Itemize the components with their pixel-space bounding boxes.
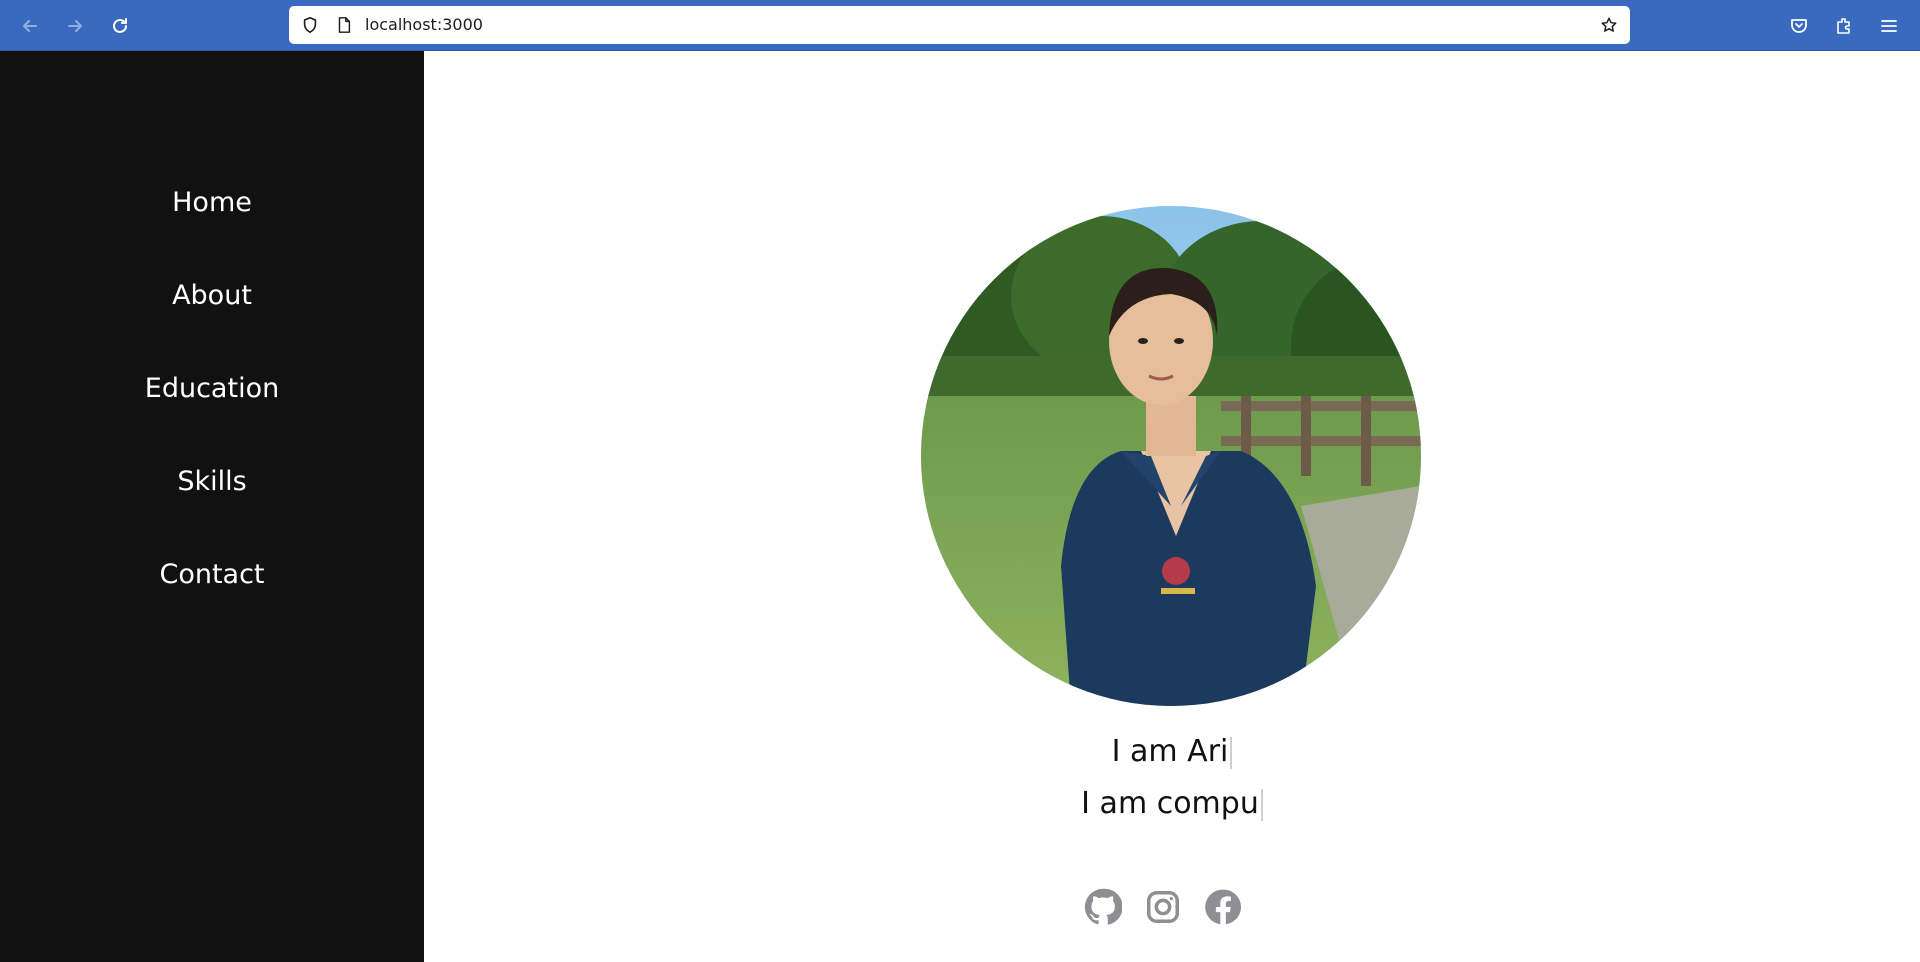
reload-button[interactable] (104, 10, 136, 42)
typing-cursor (1230, 736, 1233, 769)
url-text[interactable]: localhost:3000 (365, 6, 483, 44)
typed-line-name: I am Ari (424, 732, 1920, 772)
nav-item-home[interactable]: Home (0, 183, 424, 223)
instagram-icon (1147, 891, 1179, 923)
facebook-link[interactable] (1204, 888, 1242, 926)
forward-button[interactable] (59, 10, 91, 42)
page-icon (331, 6, 357, 44)
instagram-link[interactable] (1144, 888, 1182, 926)
profile-photo-image (921, 206, 1421, 706)
github-link[interactable] (1084, 888, 1122, 926)
typing-cursor (1260, 788, 1263, 821)
github-icon (1084, 888, 1122, 925)
facebook-icon (1205, 889, 1241, 925)
shield-icon[interactable] (297, 6, 323, 44)
nav-item-about[interactable]: About (0, 276, 424, 316)
main-content: I am Ari I am compu (424, 51, 1920, 962)
nav-item-education[interactable]: Education (0, 369, 424, 409)
address-bar[interactable]: localhost:3000 (289, 6, 1630, 44)
browser-toolbar: localhost:3000 (0, 0, 1920, 51)
social-links (415, 888, 1911, 928)
reload-icon (113, 18, 127, 33)
menu-icon[interactable] (1873, 10, 1905, 42)
bookmark-star-icon[interactable] (1596, 6, 1622, 44)
forward-arrow-icon (68, 20, 82, 32)
nav-item-skills[interactable]: Skills (0, 462, 424, 502)
pocket-icon[interactable] (1783, 10, 1815, 42)
typed-line-role: I am compu (424, 784, 1920, 824)
extensions-icon[interactable] (1828, 10, 1860, 42)
typed-text-role: I am compu (1081, 786, 1259, 821)
back-button[interactable] (14, 10, 46, 42)
sidebar-nav: Home About Education Skills Contact (0, 51, 424, 962)
profile-photo (921, 206, 1421, 706)
back-arrow-icon (23, 20, 37, 32)
typed-text-name: I am Ari (1111, 734, 1229, 769)
nav-item-contact[interactable]: Contact (0, 555, 424, 595)
